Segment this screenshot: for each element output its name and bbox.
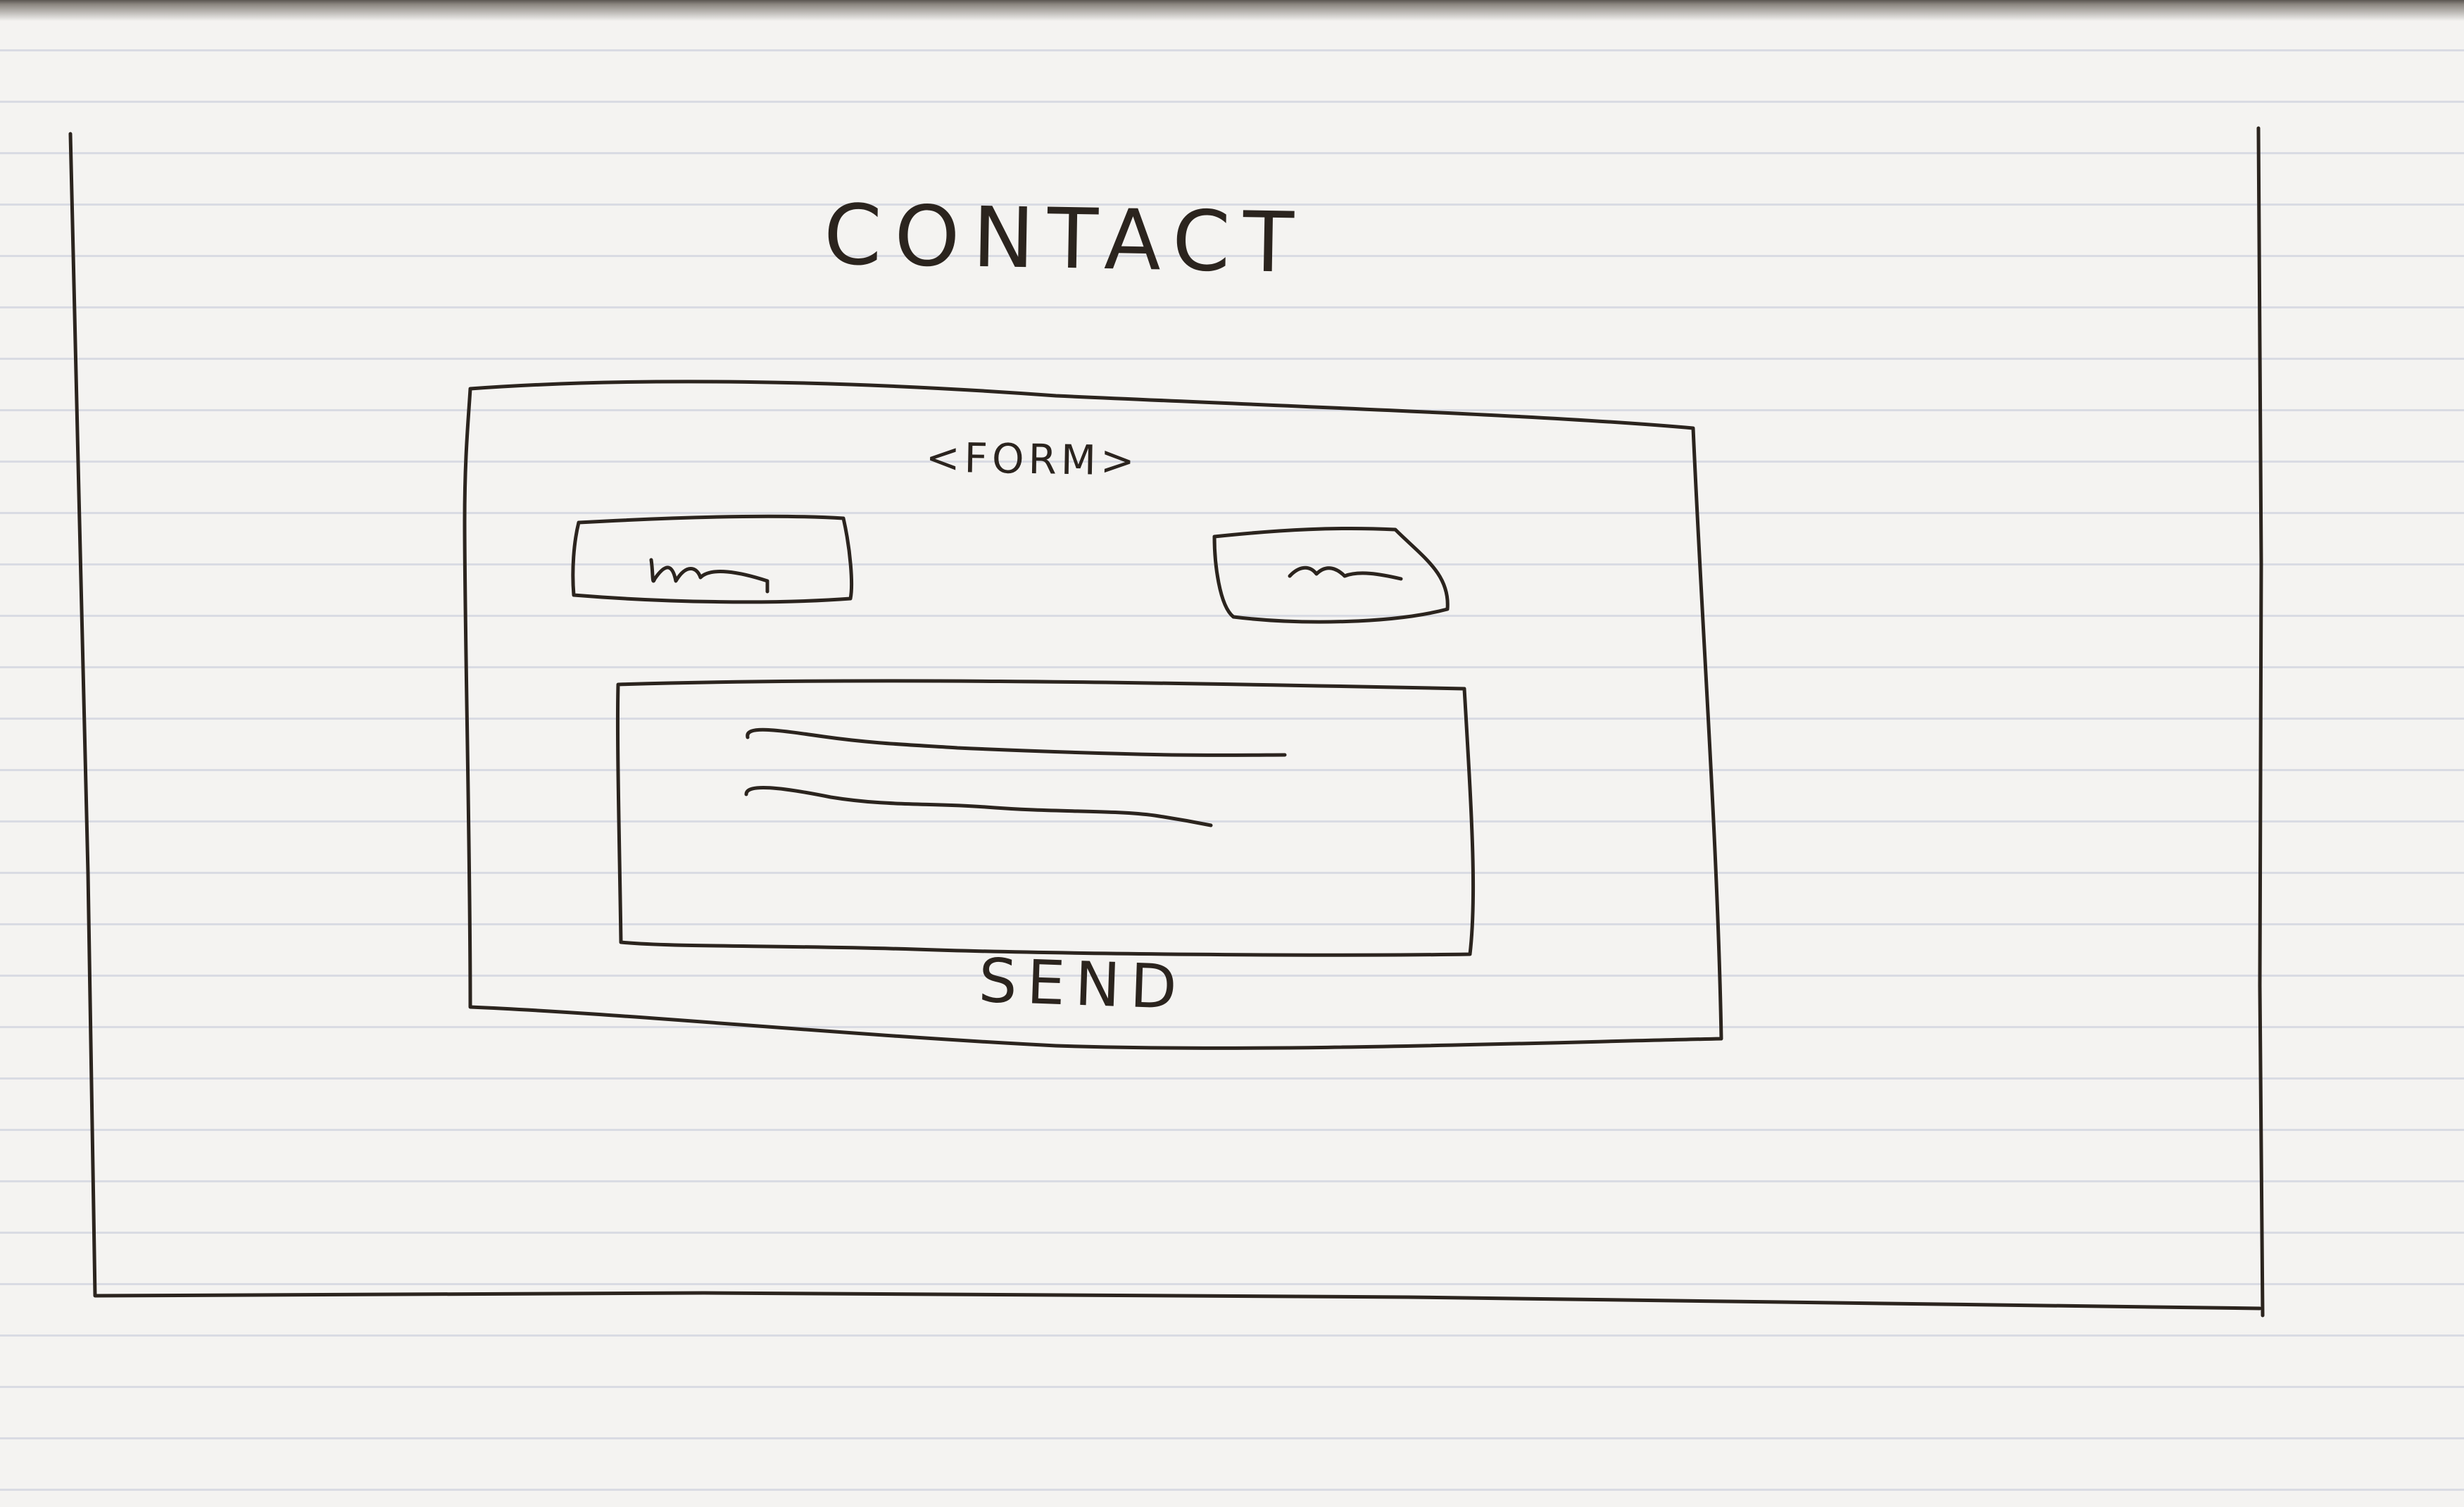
name-input-area[interactable] (574, 514, 852, 606)
page-title: CONTACT (822, 186, 1307, 292)
form-label: <FORM> (925, 433, 1140, 485)
send-button[interactable]: SEND (977, 946, 1188, 1023)
email-input-area[interactable] (1214, 527, 1450, 627)
message-textarea-area[interactable] (617, 677, 1477, 958)
